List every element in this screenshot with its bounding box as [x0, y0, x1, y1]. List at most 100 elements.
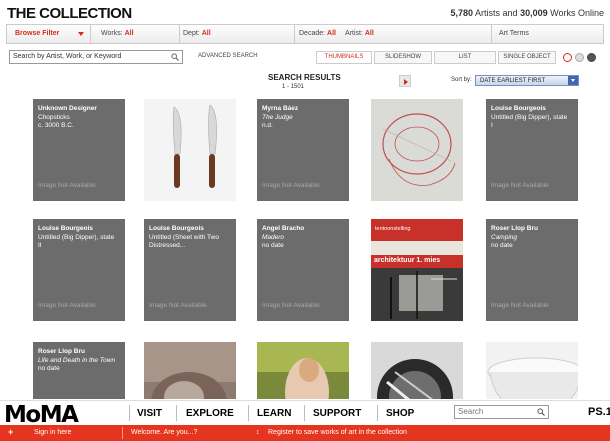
background-dark-toggle[interactable]: [587, 53, 596, 62]
search-input[interactable]: Search by Artist, Work, or Keyword: [9, 50, 183, 64]
filter-artist-label: Artist:: [345, 30, 363, 37]
image-not-available-label: Image Not Available: [262, 182, 320, 189]
nav-learn[interactable]: LEARN: [257, 408, 291, 419]
nav-shop[interactable]: SHOP: [386, 408, 414, 419]
work-title: Untitled (Big Dipper), state: [38, 233, 115, 241]
artwork-image: [371, 342, 463, 399]
register-link[interactable]: Register to save works of art in the col…: [268, 429, 407, 436]
nav-explore[interactable]: EXPLORE: [186, 408, 234, 419]
search-placeholder: Search by Artist, Work, or Keyword: [13, 53, 122, 60]
nav-support[interactable]: SUPPORT: [313, 408, 361, 419]
artwork-thumbnail[interactable]: Roser Llop Bru Camping no date Image Not Av…: [486, 219, 578, 321]
nav-divider: [377, 405, 378, 421]
artwork-thumbnail[interactable]: [371, 342, 463, 399]
artwork-thumbnail[interactable]: [371, 99, 463, 201]
nav-divider: [129, 405, 130, 421]
tab-list[interactable]: LIST: [434, 51, 496, 64]
artwork-thumbnail[interactable]: [144, 99, 236, 201]
artwork-meta: Angel Bracho Madero no date: [262, 225, 345, 251]
artwork-thumbnail[interactable]: [486, 342, 578, 399]
image-not-available-label: Image Not Available: [491, 302, 549, 309]
artist-name: Louise Bourgeois: [38, 225, 93, 232]
expand-icon: ↕: [256, 429, 260, 436]
filter-artist[interactable]: Artist: All: [345, 30, 374, 37]
work-date: n.d.: [262, 122, 273, 129]
nav-divider: [176, 405, 177, 421]
image-not-available-label: Image Not Available: [262, 302, 320, 309]
work-title: Life and Death in the Town: [38, 356, 116, 364]
footer-search-input[interactable]: Search: [454, 405, 549, 419]
artists-count: 5,780: [450, 8, 474, 18]
artwork-meta: Unknown Designer Chopsticks c. 3000 B.C.: [38, 105, 121, 131]
artwork-thumbnail[interactable]: Louise Bourgeois Untitled (Big Dipper), s…: [33, 219, 125, 321]
member-bar: + Sign in here Welcome. Are you...? ↕ Re…: [0, 425, 610, 441]
artwork-meta: Myrna Báez The Judge n.d.: [262, 105, 345, 131]
artwork-thumbnail[interactable]: Roser Llop Bru Life and Death in the Town…: [33, 342, 125, 399]
next-page-button[interactable]: [399, 75, 411, 87]
nav-visit[interactable]: VISIT: [137, 408, 162, 419]
image-not-available-label: Image Not Available: [38, 182, 96, 189]
sort-label: Sort by:: [451, 77, 472, 83]
results-label: SEARCH RESULTS: [268, 73, 341, 82]
search-icon[interactable]: [171, 53, 179, 63]
artwork-image: [144, 342, 236, 399]
background-white-toggle[interactable]: [563, 53, 572, 62]
filter-decade[interactable]: Decade: All: [299, 30, 336, 37]
top-header: THE COLLECTION 5,780 Artists and 30,009 …: [0, 0, 610, 22]
filter-dept[interactable]: Dept: All: [183, 30, 211, 37]
sign-in-link[interactable]: Sign in here: [34, 429, 71, 436]
dropdown-arrow-icon: [568, 76, 578, 85]
artwork-thumbnail[interactable]: Myrna Báez The Judge n.d. Image Not Availab…: [257, 99, 349, 201]
filter-works-value: All: [124, 30, 134, 37]
filter-bar: Browse Filter Works: All Dept: All Decad…: [6, 24, 604, 44]
artwork-thumbnail[interactable]: Unknown Designer Chopsticks c. 3000 B.C. Im…: [33, 99, 125, 201]
image-not-available-label: Image Not Available: [491, 182, 549, 189]
work-date: no date: [38, 365, 60, 372]
work-title: Madero: [262, 233, 285, 241]
nav-divider: [304, 405, 305, 421]
artwork-thumbnail[interactable]: Angel Bracho Madero no date Image Not Avail…: [257, 219, 349, 321]
work-date: I: [491, 122, 493, 129]
work-date: c. 3000 B.C.: [38, 122, 74, 129]
work-title: Untitled (Big Dipper), state: [491, 113, 568, 121]
artwork-thumbnail[interactable]: [257, 342, 349, 399]
poster-text-top: tentoonstelling: [375, 226, 411, 232]
artist-name: Roser Llop Bru: [491, 225, 538, 232]
work-title: Chopsticks: [38, 113, 70, 121]
bar-divider: [122, 427, 123, 439]
search-icon[interactable]: [537, 408, 545, 418]
artwork-image: [371, 99, 463, 201]
image-not-available-label: Image Not Available: [149, 302, 207, 309]
welcome-text[interactable]: Welcome. Are you...?: [131, 429, 197, 436]
filter-divider: [179, 25, 180, 43]
tab-single-object[interactable]: SINGLE OBJECT: [498, 51, 556, 64]
artist-name: Unknown Designer: [38, 105, 97, 112]
background-gray-toggle[interactable]: [575, 53, 584, 62]
artwork-meta: Roser Llop Bru Camping no date: [491, 225, 574, 251]
artwork-image: [257, 342, 349, 399]
work-date: II: [38, 242, 42, 249]
work-title: Camping: [491, 233, 518, 241]
work-date: Distressed...: [149, 242, 186, 249]
artwork-thumbnail[interactable]: [144, 342, 236, 399]
artwork-thumbnail[interactable]: Louise Bourgeois Untitled (Sheet with Two…: [144, 219, 236, 321]
artist-name: Louise Bourgeois: [491, 105, 546, 112]
artist-name: Louise Bourgeois: [149, 225, 204, 232]
art-terms-link[interactable]: Art Terms: [499, 30, 529, 37]
collection-counts: 5,780 Artists and 30,009 Works Online: [451, 8, 605, 18]
sort-select[interactable]: DATE EARLIEST FIRST: [475, 75, 579, 86]
ps1-logo[interactable]: PS.1: [588, 406, 610, 418]
caret-down-icon: [78, 32, 84, 36]
tab-thumbnails[interactable]: THUMBNAILS: [316, 51, 372, 64]
tab-slideshow[interactable]: SLIDESHOW: [374, 51, 432, 64]
artwork-meta: Louise Bourgeois Untitled (Sheet with Two…: [149, 225, 232, 251]
artwork-thumbnail[interactable]: Louise Bourgeois Untitled (Big Dipper), s…: [486, 99, 578, 201]
filter-dept-value: All: [201, 30, 211, 37]
advanced-search-link[interactable]: ADVANCED SEARCH: [198, 53, 258, 59]
filter-works[interactable]: Works: All: [101, 30, 134, 37]
artwork-thumbnail[interactable]: tentoonstelling architektuur 1. mies: [371, 219, 463, 321]
filter-decade-label: Decade:: [299, 30, 326, 37]
filter-works-label: Works:: [101, 30, 123, 37]
browse-filter-button[interactable]: Browse Filter: [7, 25, 91, 43]
artwork-image: [144, 99, 236, 201]
